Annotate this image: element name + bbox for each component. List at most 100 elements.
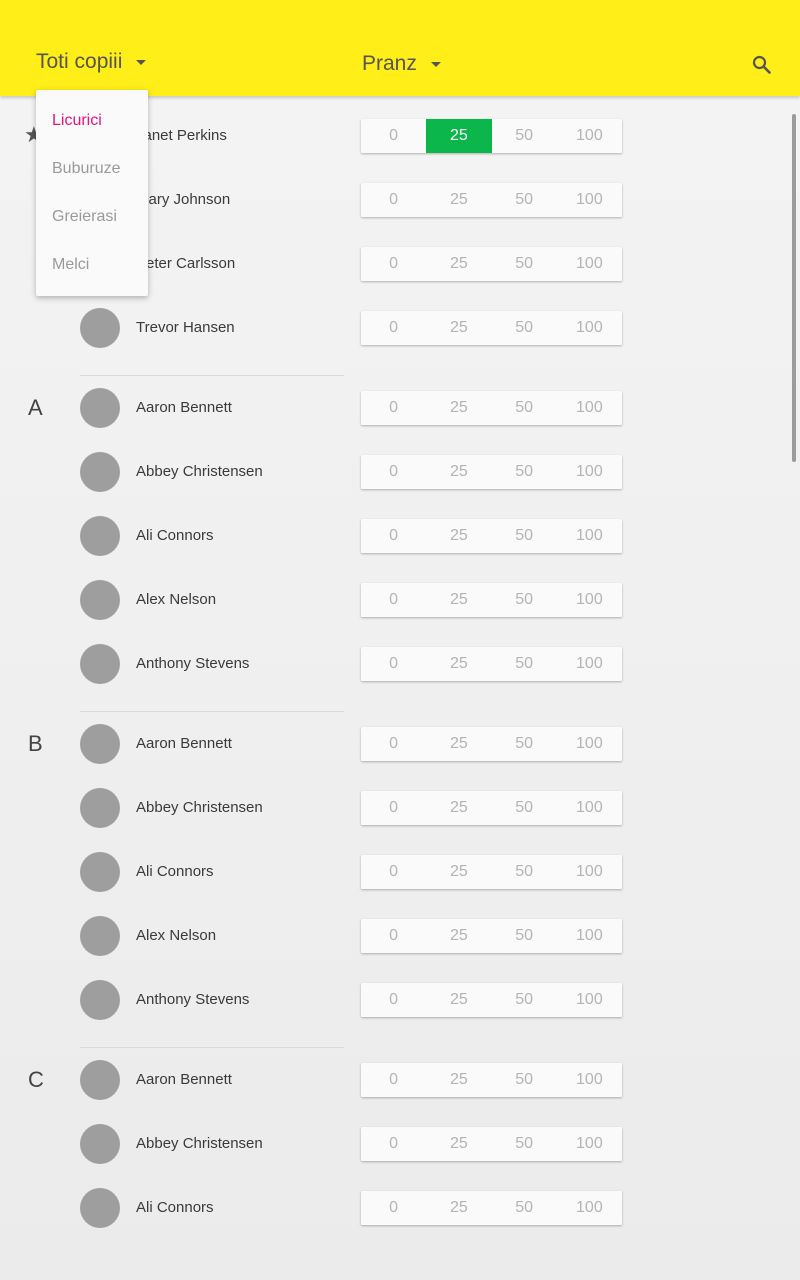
search-icon[interactable] [750, 53, 774, 77]
portion-option-25[interactable]: 25 [426, 519, 491, 553]
portion-selector: 0 25 50 100 [361, 919, 622, 953]
portion-option-50[interactable]: 50 [492, 455, 557, 489]
portion-option-25[interactable]: 25 [426, 455, 491, 489]
portion-selector: 0 25 50 100 [361, 1191, 622, 1225]
portion-option-50[interactable]: 50 [492, 519, 557, 553]
list-item: Anthony Stevens 0 25 50 100 [0, 968, 800, 1032]
portion-option-50[interactable]: 50 [492, 1127, 557, 1161]
portion-option-50[interactable]: 50 [492, 791, 557, 825]
portion-option-25[interactable]: 25 [426, 391, 491, 425]
portion-option-50[interactable]: 50 [492, 583, 557, 617]
portion-option-100[interactable]: 100 [557, 311, 622, 345]
portion-option-25[interactable]: 25 [426, 119, 492, 153]
portion-option-25[interactable]: 25 [426, 647, 491, 681]
group-selector-label: Toti copiii [36, 50, 123, 73]
portion-option-50[interactable]: 50 [492, 391, 557, 425]
list-item: Alex Nelson 0 25 50 100 [0, 904, 800, 968]
portion-option-25[interactable]: 25 [426, 855, 491, 889]
portion-option-50[interactable]: 50 [492, 311, 557, 345]
list-item: Abbey Christensen 0 25 50 100 [0, 1112, 800, 1176]
portion-option-50[interactable]: 50 [492, 1063, 557, 1097]
menu-item-greierasi[interactable]: Greierasi [52, 208, 117, 226]
portion-option-25[interactable]: 25 [426, 247, 491, 281]
portion-option-0[interactable]: 0 [361, 119, 426, 153]
portion-selector: 0 25 50 100 [361, 647, 622, 681]
group-selector[interactable]: Toti copiii [36, 50, 147, 74]
portion-option-100[interactable]: 100 [557, 583, 622, 617]
portion-option-0[interactable]: 0 [361, 455, 426, 489]
list-item: Abbey Christensen 0 25 50 100 [0, 440, 800, 504]
portion-option-100[interactable]: 100 [557, 791, 622, 825]
portion-option-100[interactable]: 100 [557, 519, 622, 553]
portion-option-100[interactable]: 100 [557, 647, 622, 681]
portion-option-100[interactable]: 100 [557, 855, 622, 889]
portion-option-50[interactable]: 50 [492, 855, 557, 889]
portion-option-25[interactable]: 25 [426, 183, 491, 217]
portion-option-25[interactable]: 25 [426, 311, 491, 345]
avatar [80, 852, 120, 892]
portion-option-50[interactable]: 50 [492, 983, 557, 1017]
portion-option-25[interactable]: 25 [426, 1063, 491, 1097]
avatar [80, 1124, 120, 1164]
portion-option-0[interactable]: 0 [361, 583, 426, 617]
portion-option-0[interactable]: 0 [361, 983, 426, 1017]
portion-option-0[interactable]: 0 [361, 1127, 426, 1161]
portion-option-0[interactable]: 0 [361, 1063, 426, 1097]
portion-option-100[interactable]: 100 [557, 1127, 622, 1161]
portion-option-50[interactable]: 50 [492, 1191, 557, 1225]
list-item: Abbey Christensen 0 25 50 100 [0, 776, 800, 840]
menu-item-buburuze[interactable]: Buburuze [52, 160, 121, 178]
portion-option-50[interactable]: 50 [492, 727, 557, 761]
portion-option-100[interactable]: 100 [557, 455, 622, 489]
portion-option-50[interactable]: 50 [492, 119, 557, 153]
portion-option-0[interactable]: 0 [361, 183, 426, 217]
menu-item-licurici[interactable]: Licurici [52, 112, 102, 130]
portion-option-100[interactable]: 100 [557, 247, 622, 281]
portion-option-0[interactable]: 0 [361, 1191, 426, 1225]
meal-selector[interactable]: Pranz [362, 52, 441, 76]
portion-option-50[interactable]: 50 [492, 183, 557, 217]
portion-option-50[interactable]: 50 [492, 647, 557, 681]
portion-option-0[interactable]: 0 [361, 247, 426, 281]
menu-item-melci[interactable]: Melci [52, 256, 89, 274]
portion-option-0[interactable]: 0 [361, 391, 426, 425]
portion-option-25[interactable]: 25 [426, 1191, 491, 1225]
portion-option-100[interactable]: 100 [557, 183, 622, 217]
portion-option-0[interactable]: 0 [361, 855, 426, 889]
portion-option-25[interactable]: 25 [426, 1127, 491, 1161]
portion-option-100[interactable]: 100 [557, 1063, 622, 1097]
portion-option-100[interactable]: 100 [557, 919, 622, 953]
avatar [80, 1060, 120, 1100]
portion-selector: 0 25 50 100 [361, 727, 622, 761]
avatar [80, 452, 120, 492]
child-name: Aaron Bennett [136, 1071, 232, 1088]
portion-selector: 0 25 50 100 [361, 183, 622, 217]
portion-option-0[interactable]: 0 [361, 791, 426, 825]
list-item: Alex Nelson 0 25 50 100 [0, 568, 800, 632]
portion-option-0[interactable]: 0 [361, 647, 426, 681]
app-bar: Toti copiii Pranz [0, 0, 800, 96]
portion-option-25[interactable]: 25 [426, 727, 491, 761]
avatar [80, 724, 120, 764]
portion-option-25[interactable]: 25 [426, 919, 491, 953]
portion-option-100[interactable]: 100 [557, 983, 622, 1017]
portion-option-0[interactable]: 0 [361, 919, 426, 953]
portion-option-25[interactable]: 25 [426, 583, 491, 617]
portion-option-25[interactable]: 25 [426, 983, 491, 1017]
portion-option-50[interactable]: 50 [492, 919, 557, 953]
portion-option-100[interactable]: 100 [557, 119, 622, 153]
portion-option-100[interactable]: 100 [557, 391, 622, 425]
portion-option-100[interactable]: 100 [557, 1191, 622, 1225]
portion-option-25[interactable]: 25 [426, 791, 491, 825]
portion-option-50[interactable]: 50 [492, 247, 557, 281]
portion-option-0[interactable]: 0 [361, 727, 426, 761]
portion-selector: 0 25 50 100 [361, 583, 622, 617]
portion-option-100[interactable]: 100 [557, 727, 622, 761]
group-dropdown-menu: Licurici Buburuze Greierasi Melci [36, 90, 148, 296]
scrollbar[interactable] [792, 114, 796, 462]
portion-selector: 0 25 50 100 [361, 519, 622, 553]
avatar [80, 788, 120, 828]
portion-selector: 0 25 50 100 [361, 855, 622, 889]
portion-option-0[interactable]: 0 [361, 311, 426, 345]
portion-option-0[interactable]: 0 [361, 519, 426, 553]
